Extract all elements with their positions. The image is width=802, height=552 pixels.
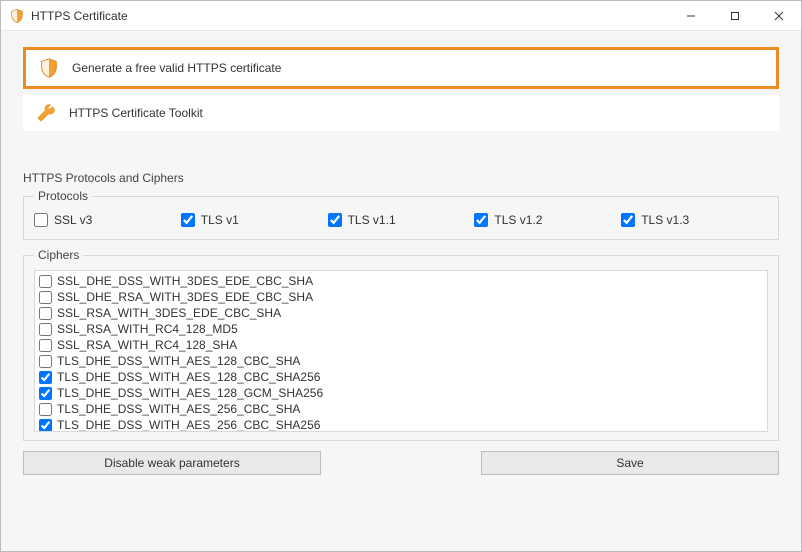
shield-icon [38, 57, 60, 79]
cipher-label: TLS_DHE_DSS_WITH_AES_128_GCM_SHA256 [57, 386, 323, 400]
protocols-row: SSL v3 TLS v1 TLS v1.1 TLS v1.2 TLS v1.3 [34, 211, 768, 231]
content-area: Generate a free valid HTTPS certificate … [1, 31, 801, 551]
cipher-checkbox[interactable] [39, 419, 52, 432]
titlebar: HTTPS Certificate [1, 1, 801, 31]
save-label: Save [616, 456, 643, 470]
protocol-label: TLS v1.1 [348, 213, 396, 227]
protocol-checkbox[interactable] [181, 213, 195, 227]
generate-cert-card[interactable]: Generate a free valid HTTPS certificate [23, 47, 779, 89]
protocol-label: TLS v1 [201, 213, 239, 227]
cipher-checkbox[interactable] [39, 403, 52, 416]
window: HTTPS Certificate Generate a free valid … [0, 0, 802, 552]
protocols-legend: Protocols [34, 189, 92, 203]
wrench-icon [35, 102, 57, 124]
protocol-label: TLS v1.3 [641, 213, 689, 227]
cipher-item[interactable]: TLS_DHE_DSS_WITH_AES_256_CBC_SHA [39, 401, 763, 417]
cipher-item[interactable]: TLS_DHE_DSS_WITH_AES_128_CBC_SHA256 [39, 369, 763, 385]
protocol-item[interactable]: TLS v1 [181, 213, 328, 227]
section-label: HTTPS Protocols and Ciphers [23, 171, 779, 185]
close-button[interactable] [757, 1, 801, 30]
cipher-label: TLS_DHE_DSS_WITH_AES_256_CBC_SHA256 [57, 418, 320, 432]
ciphers-fieldset: Ciphers SSL_DHE_DSS_WITH_3DES_EDE_CBC_SH… [23, 248, 779, 441]
cipher-item[interactable]: SSL_DHE_RSA_WITH_3DES_EDE_CBC_SHA [39, 289, 763, 305]
cipher-checkbox[interactable] [39, 291, 52, 304]
cipher-label: SSL_DHE_RSA_WITH_3DES_EDE_CBC_SHA [57, 290, 313, 304]
window-title: HTTPS Certificate [31, 9, 128, 23]
cipher-item[interactable]: SSL_RSA_WITH_3DES_EDE_CBC_SHA [39, 305, 763, 321]
cipher-item[interactable]: TLS_DHE_DSS_WITH_AES_128_GCM_SHA256 [39, 385, 763, 401]
protocols-fieldset: Protocols SSL v3 TLS v1 TLS v1.1 TLS v1.2 TL… [23, 189, 779, 240]
cipher-checkbox[interactable] [39, 339, 52, 352]
cipher-label: TLS_DHE_DSS_WITH_AES_256_CBC_SHA [57, 402, 300, 416]
cipher-label: TLS_DHE_DSS_WITH_AES_128_CBC_SHA256 [57, 370, 320, 384]
cipher-item[interactable]: SSL_DHE_DSS_WITH_3DES_EDE_CBC_SHA [39, 273, 763, 289]
protocol-checkbox[interactable] [621, 213, 635, 227]
cipher-label: SSL_RSA_WITH_3DES_EDE_CBC_SHA [57, 306, 281, 320]
minimize-button[interactable] [669, 1, 713, 30]
protocol-item[interactable]: TLS v1.3 [621, 213, 768, 227]
cipher-checkbox[interactable] [39, 371, 52, 384]
protocol-item[interactable]: SSL v3 [34, 213, 181, 227]
cipher-label: TLS_DHE_DSS_WITH_AES_128_CBC_SHA [57, 354, 300, 368]
disable-weak-button[interactable]: Disable weak parameters [23, 451, 321, 475]
protocol-label: TLS v1.2 [494, 213, 542, 227]
cipher-label: SSL_RSA_WITH_RC4_128_SHA [57, 338, 237, 352]
cipher-checkbox[interactable] [39, 387, 52, 400]
shield-icon [9, 8, 25, 24]
maximize-button[interactable] [713, 1, 757, 30]
ciphers-list[interactable]: SSL_DHE_DSS_WITH_3DES_EDE_CBC_SHA SSL_DHE… [34, 270, 768, 432]
cipher-checkbox[interactable] [39, 355, 52, 368]
protocol-item[interactable]: TLS v1.1 [328, 213, 475, 227]
cipher-checkbox[interactable] [39, 307, 52, 320]
generate-cert-label: Generate a free valid HTTPS certificate [72, 61, 281, 75]
toolkit-card[interactable]: HTTPS Certificate Toolkit [23, 95, 779, 131]
protocol-checkbox[interactable] [328, 213, 342, 227]
cipher-label: SSL_DHE_DSS_WITH_3DES_EDE_CBC_SHA [57, 274, 313, 288]
cipher-item[interactable]: SSL_RSA_WITH_RC4_128_MD5 [39, 321, 763, 337]
cipher-item[interactable]: TLS_DHE_DSS_WITH_AES_128_CBC_SHA [39, 353, 763, 369]
protocol-label: SSL v3 [54, 213, 92, 227]
cipher-checkbox[interactable] [39, 275, 52, 288]
cipher-checkbox[interactable] [39, 323, 52, 336]
toolkit-label: HTTPS Certificate Toolkit [69, 106, 203, 120]
cipher-item[interactable]: SSL_RSA_WITH_RC4_128_SHA [39, 337, 763, 353]
protocol-checkbox[interactable] [34, 213, 48, 227]
cipher-label: SSL_RSA_WITH_RC4_128_MD5 [57, 322, 238, 336]
save-button[interactable]: Save [481, 451, 779, 475]
disable-weak-label: Disable weak parameters [104, 456, 239, 470]
cipher-item[interactable]: TLS_DHE_DSS_WITH_AES_256_CBC_SHA256 [39, 417, 763, 432]
ciphers-legend: Ciphers [34, 248, 83, 262]
protocol-checkbox[interactable] [474, 213, 488, 227]
buttons-row: Disable weak parameters Save [23, 451, 779, 475]
protocol-item[interactable]: TLS v1.2 [474, 213, 621, 227]
